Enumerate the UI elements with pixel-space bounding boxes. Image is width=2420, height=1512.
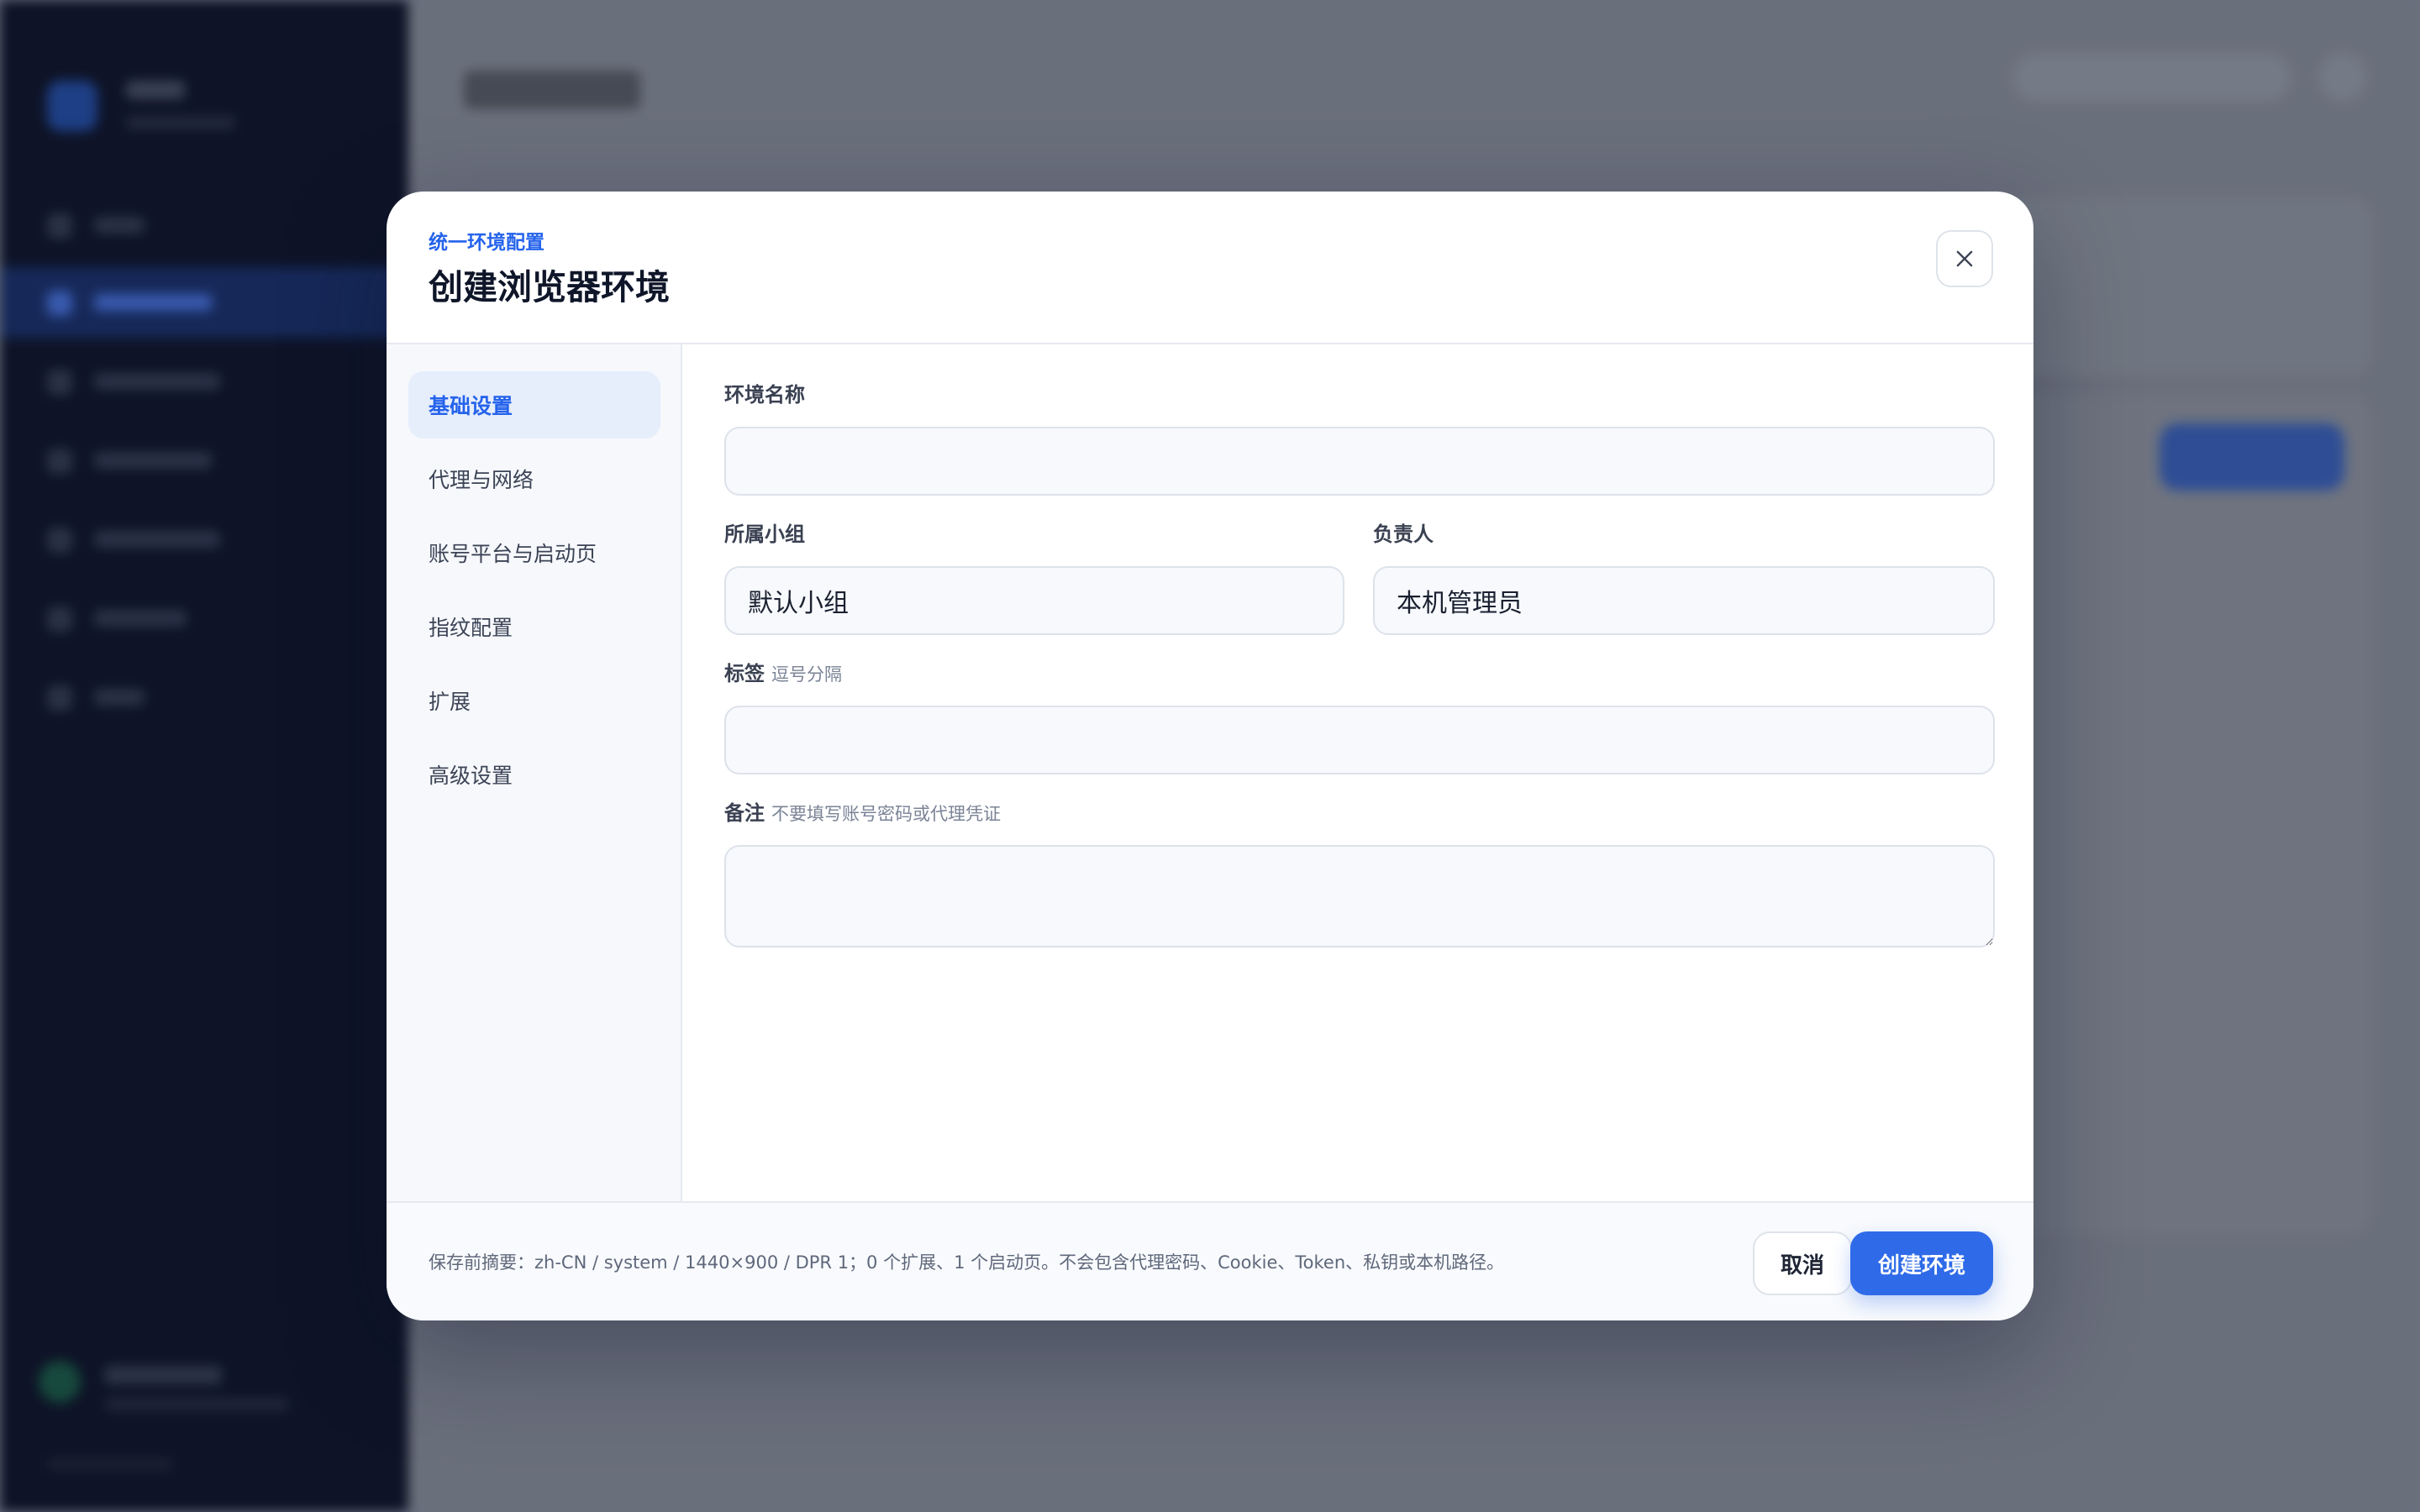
nav-item-advanced[interactable]: 高级设置 xyxy=(408,741,660,808)
owner-label: 负责人 xyxy=(1373,522,1434,546)
close-icon xyxy=(1956,250,1973,267)
owner-input[interactable] xyxy=(1373,566,1995,635)
nav-item-basic-settings[interactable]: 基础设置 xyxy=(408,371,660,438)
dialog-kicker: 统一环境配置 xyxy=(429,232,544,254)
nav-item-fingerprint[interactable]: 指纹配置 xyxy=(408,593,660,660)
nav-item-proxy-network[interactable]: 代理与网络 xyxy=(408,445,660,512)
group-input[interactable] xyxy=(724,566,1344,635)
create-environment-dialog: 统一环境配置 创建浏览器环境 基础设置 代理与网络 账号平台与启动页 指纹配置 … xyxy=(387,192,2033,1320)
create-environment-button[interactable]: 创建环境 xyxy=(1850,1231,1993,1295)
dialog-title: 创建浏览器环境 xyxy=(429,267,670,307)
tags-input[interactable] xyxy=(724,706,1995,774)
env-name-label: 环境名称 xyxy=(724,383,805,407)
group-label: 所属小组 xyxy=(724,522,805,546)
notes-textarea[interactable] xyxy=(724,845,1995,948)
nav-item-extensions[interactable]: 扩展 xyxy=(408,667,660,734)
dialog-header: 统一环境配置 创建浏览器环境 xyxy=(387,192,2033,344)
notes-hint: 不要填写账号密码或代理凭证 xyxy=(771,804,1001,824)
dialog-footer: 保存前摘要：zh-CN / system / 1440×900 / DPR 1；… xyxy=(387,1201,2033,1320)
close-button[interactable] xyxy=(1936,230,1993,287)
save-summary: 保存前摘要：zh-CN / system / 1440×900 / DPR 1；… xyxy=(429,1252,1505,1273)
tags-label: 标签 逗号分隔 xyxy=(724,660,842,688)
env-name-input[interactable] xyxy=(724,427,1995,496)
notes-label-text: 备注 xyxy=(724,801,765,825)
basic-settings-form: 环境名称 所属小组 负责人 标签逗号分隔 备注不要填写账号密码或代理凭证 xyxy=(682,344,2033,1203)
cancel-button[interactable]: 取消 xyxy=(1753,1231,1852,1295)
settings-nav: 基础设置 代理与网络 账号平台与启动页 指纹配置 扩展 高级设置 xyxy=(387,344,682,1203)
tags-hint: 逗号分隔 xyxy=(771,664,842,685)
nav-item-account-platform[interactable]: 账号平台与启动页 xyxy=(408,519,660,586)
tags-label-text: 标签 xyxy=(724,662,765,685)
notes-label: 备注 不要填写账号密码或代理凭证 xyxy=(724,800,1001,827)
